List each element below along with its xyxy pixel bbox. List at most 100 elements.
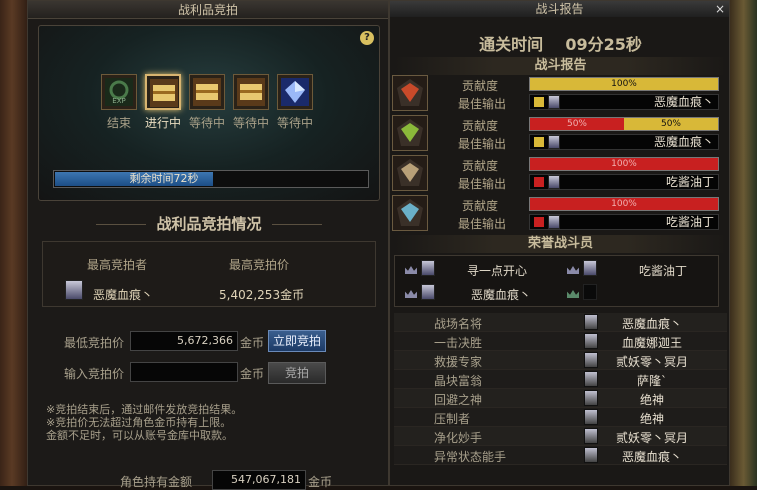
equipment-box-icon <box>237 78 265 106</box>
min-bid-field: 5,672,366 <box>130 331 238 351</box>
avatar <box>584 390 598 406</box>
min-bid-label: 最低竞拍价 <box>64 336 125 350</box>
slot-label: 结束 <box>106 116 131 130</box>
avatar <box>583 260 597 276</box>
avatar <box>421 260 435 276</box>
boss-card-icon <box>392 115 428 151</box>
auction-items-panel: ? EXP 结束 进行中 等待中 等待中 等待中 剩余时间72秒 <box>38 25 380 201</box>
slot-label: 等待中 <box>276 116 313 130</box>
item-slot-5[interactable] <box>277 74 313 110</box>
avatar <box>584 333 598 349</box>
gem-box-icon <box>281 78 309 106</box>
title-holder: 萨隆` <box>636 374 667 388</box>
input-bid-label: 输入竞拍价 <box>64 367 125 381</box>
contribution-label: 贡献度 <box>462 199 499 213</box>
weapon-icon <box>534 177 544 187</box>
title-row: 晶块富翁 萨隆` <box>394 370 727 389</box>
gold-unit: 金币 <box>240 367 265 381</box>
title-holder: 贰妖零丶冥月 <box>615 431 688 445</box>
slot-label: 等待中 <box>188 116 225 130</box>
title-name: 救援专家 <box>434 355 483 369</box>
help-icon[interactable]: ? <box>360 31 374 45</box>
equipment-box-icon <box>193 78 221 106</box>
boss-mask-icon <box>397 119 423 146</box>
title-holder: 绝神 <box>639 412 664 426</box>
boss-mask-icon <box>397 159 423 186</box>
close-icon[interactable]: × <box>715 1 725 17</box>
best-dps-row: 恶魔血痕丶 <box>529 94 719 110</box>
weapon-icon <box>534 137 544 147</box>
note-line: ※竞拍结束后，通过邮件发放竞拍结果。 <box>46 403 243 416</box>
contribution-bar: 100% <box>529 197 719 211</box>
clear-time: 通关时间 09分25秒 <box>390 31 731 55</box>
avatar <box>548 95 560 109</box>
contribution-bar: 100% <box>529 157 719 171</box>
title-holder: 恶魔血痕丶 <box>621 317 682 331</box>
bid-now-button[interactable]: 立即竞拍 <box>268 330 326 352</box>
boss-mask-icon <box>397 79 423 106</box>
bid-input[interactable] <box>130 362 238 382</box>
title-name: 回避之神 <box>434 393 483 407</box>
title-name: 晶块富翁 <box>434 374 483 388</box>
item-slot-4[interactable] <box>233 74 269 110</box>
item-slot-2[interactable] <box>145 74 181 110</box>
battle-report-title: 战斗报告 × <box>390 1 729 17</box>
loot-auction-window: 战利品竞拍 ? EXP 结束 进行中 等待中 等待中 等待中 剩余时间72秒 战… <box>27 0 389 490</box>
contribution-label: 贡献度 <box>462 159 499 173</box>
battle-report-title-text: 战斗报告 <box>535 2 584 16</box>
boss-card-icon <box>392 195 428 231</box>
contribution-label: 贡献度 <box>462 79 499 93</box>
best-dps-name: 吃酱油丁 <box>665 175 714 189</box>
top-bid-box: 最高竞拍者 最高竞拍价 恶魔血痕丶 5,402,253金币 <box>42 241 376 307</box>
title-row: 异常状态能手 恶魔血痕丶 <box>394 446 727 465</box>
slot-label: 等待中 <box>232 116 269 130</box>
boss-card-icon <box>392 155 428 191</box>
title-name: 压制者 <box>434 412 471 426</box>
top-bidder-header: 最高竞拍者 <box>87 258 148 272</box>
auction-notes: ※竞拍结束后，通过邮件发放竞拍结果。 ※竞拍价无法超过角色金币持有上限。 金额不… <box>46 403 242 442</box>
best-dps-name: 恶魔血痕丶 <box>653 95 714 109</box>
empty-avatar <box>583 284 597 300</box>
best-dps-label: 最佳输出 <box>458 137 507 151</box>
clear-time-label: 通关时间 <box>479 35 544 54</box>
item-slot-3[interactable] <box>189 74 225 110</box>
item-slot-1[interactable]: EXP <box>101 74 137 110</box>
avatar <box>548 215 560 229</box>
honor-name: 吃酱油丁 <box>639 264 688 278</box>
best-dps-name: 吃酱油丁 <box>665 215 714 229</box>
top-bid-value: 5,402,253金币 <box>219 288 305 302</box>
note-line: ※竞拍价无法超过角色金币持有上限。 <box>46 416 232 429</box>
contribution-label: 贡献度 <box>462 119 499 133</box>
avatar <box>548 175 560 189</box>
title-table: 战场名将 恶魔血痕丶 一击决胜 血魔娜迦王 救援专家 贰妖零丶冥月 晶块富翁 萨隆` 回避之神绝… <box>394 313 727 465</box>
auction-status-title: 战利品竞拍情况 <box>38 213 380 234</box>
contribution-segment: 100% <box>530 158 718 170</box>
time-remaining-text: 剩余时间72秒 <box>129 172 199 185</box>
title-name: 净化妙手 <box>434 431 483 445</box>
avatar <box>584 409 598 425</box>
balance-label: 角色持有金额 <box>120 475 193 489</box>
svg-text:EXP: EXP <box>112 97 125 105</box>
title-row: 净化妙手 贰妖零丶冥月 <box>394 427 727 446</box>
clear-time-value: 09分25秒 <box>565 35 642 54</box>
boss-card-icon <box>392 75 428 111</box>
avatar <box>584 371 598 387</box>
note-line: 金额不足时，可以从账号金库中取款。 <box>46 429 233 442</box>
avatar <box>584 447 598 463</box>
slot-label: 进行中 <box>144 116 181 130</box>
title-holder: 贰妖零丶冥月 <box>615 355 688 369</box>
title-name: 异常状态能手 <box>434 450 507 464</box>
contribution-segment: 50% <box>624 118 718 130</box>
bid-button[interactable]: 竞拍 <box>268 362 326 384</box>
avatar <box>421 284 435 300</box>
loot-auction-title: 战利品竞拍 <box>28 1 388 19</box>
top-bid-header: 最高竞拍价 <box>229 258 290 272</box>
weapon-icon <box>534 97 544 107</box>
left-background <box>0 0 30 486</box>
exp-icon: EXP <box>105 78 133 106</box>
battle-report-window: 战斗报告 × 通关时间 09分25秒 战斗报告 贡献度 100% 最佳输出 恶魔血痕丶… <box>389 0 730 486</box>
contribution-segment: 50% <box>530 118 624 130</box>
contribution-segment: 100% <box>530 78 718 90</box>
crown-icon <box>567 266 579 274</box>
crown-icon <box>405 290 417 298</box>
